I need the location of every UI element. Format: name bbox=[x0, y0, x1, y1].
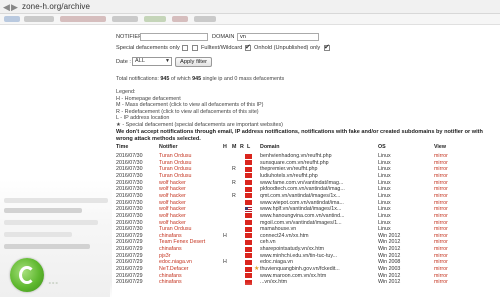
bookmark-item[interactable] bbox=[144, 16, 166, 22]
summary-single-ip: 945 bbox=[192, 76, 202, 82]
onhold-checkbox[interactable] bbox=[245, 43, 251, 51]
header-m: M bbox=[232, 144, 237, 150]
fulltext-checkbox[interactable] bbox=[192, 45, 198, 51]
special-only-label: Special defacements only bbox=[116, 45, 180, 51]
date-select[interactable]: ALL ▼ bbox=[132, 57, 172, 66]
table-header: Time Notifier H M R L Domain OS View bbox=[116, 143, 500, 151]
date-select-value: ALL bbox=[135, 58, 145, 64]
special-only-checkbox[interactable] bbox=[182, 45, 188, 51]
bookmark-item[interactable] bbox=[60, 16, 106, 22]
bookmarks-bar bbox=[0, 14, 500, 25]
bookmark-item[interactable] bbox=[172, 16, 188, 22]
chevron-down-icon: ▼ bbox=[165, 58, 170, 64]
extra-checkbox[interactable] bbox=[324, 43, 330, 51]
apply-filter-button[interactable]: Apply filter bbox=[175, 57, 212, 67]
summary-middle: of which bbox=[170, 76, 191, 82]
header-domain[interactable]: Domain bbox=[260, 144, 279, 150]
bookmark-item[interactable] bbox=[112, 16, 138, 22]
summary-suffix: single ip and 0 mass defacements bbox=[202, 76, 285, 82]
header-notifier[interactable]: Notifier bbox=[159, 144, 178, 150]
bookmark-item[interactable] bbox=[4, 16, 20, 22]
summary-total: 945 bbox=[160, 76, 170, 82]
forward-icon[interactable]: ▶ bbox=[11, 1, 18, 13]
address-bar[interactable]: ◀ ▶ zone-h.org/archive bbox=[0, 0, 500, 14]
header-r: R bbox=[240, 144, 244, 150]
header-view: View bbox=[434, 144, 446, 150]
fulltext-label: Fulltext/Wildcard bbox=[201, 45, 243, 51]
watermark-text: ... bbox=[48, 272, 59, 287]
site-logo-icon bbox=[10, 258, 44, 292]
bottom-fade bbox=[110, 282, 500, 297]
domain-label: DOMAIN bbox=[212, 34, 235, 40]
date-label: Date : bbox=[116, 59, 131, 65]
summary-prefix: Total notifications: bbox=[116, 76, 159, 82]
notifier-label: NOTIFIER bbox=[116, 34, 143, 40]
bookmark-item[interactable] bbox=[194, 16, 216, 22]
header-time[interactable]: Time bbox=[116, 144, 128, 150]
onhold-label: Onhold (Unpublished) only bbox=[254, 45, 321, 51]
notifier-input[interactable] bbox=[140, 33, 208, 41]
bookmark-item[interactable] bbox=[24, 16, 54, 22]
header-h: H bbox=[223, 144, 227, 150]
back-icon[interactable]: ◀ bbox=[3, 1, 10, 13]
header-l: L bbox=[247, 144, 251, 150]
legend-item-special: ★ - Special defacement (special defaceme… bbox=[116, 121, 283, 128]
notice-text: We don't accept notifications through em… bbox=[116, 129, 483, 142]
domain-input[interactable] bbox=[237, 33, 319, 41]
notifications-summary: Total notifications: 945 of which 945 si… bbox=[116, 76, 284, 83]
url-text[interactable]: zone-h.org/archive bbox=[22, 1, 90, 13]
header-os[interactable]: OS bbox=[378, 144, 386, 150]
